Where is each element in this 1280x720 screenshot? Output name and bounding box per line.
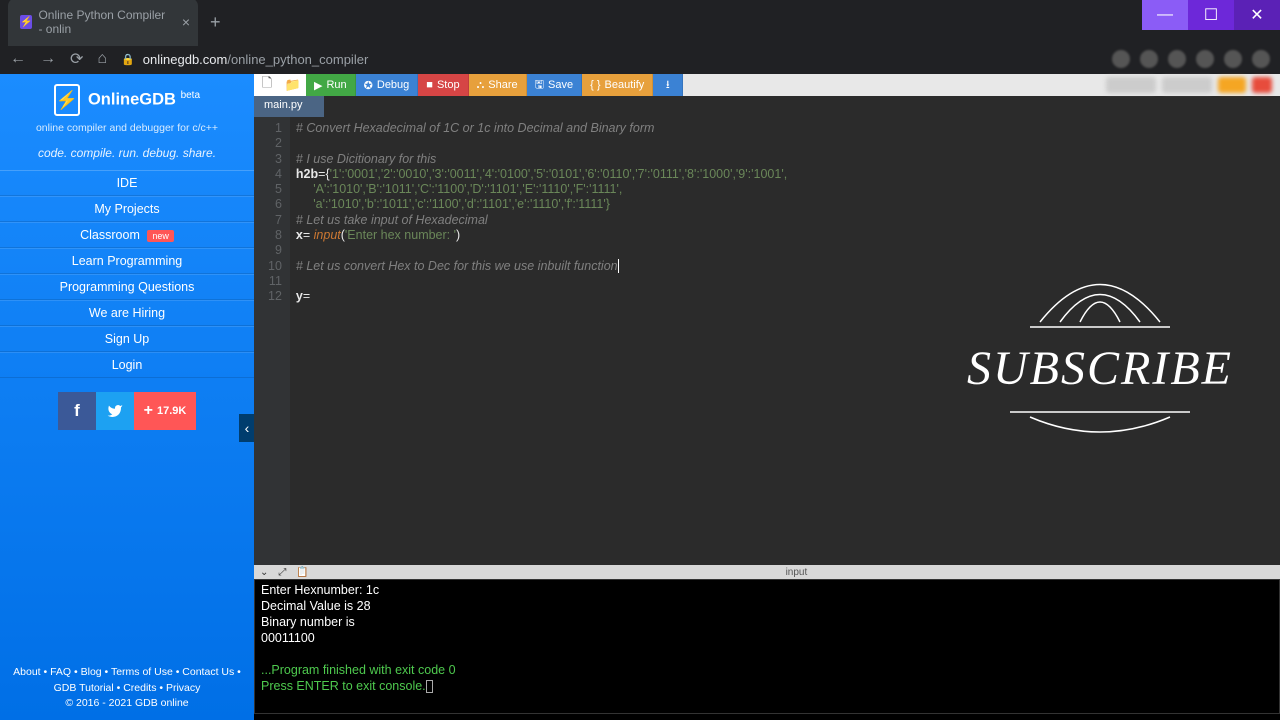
sidebar-item-login[interactable]: Login [0,352,254,378]
window-minimize-button[interactable]: — [1142,0,1188,30]
console-copy-icon[interactable]: 📋 [296,567,308,578]
sidebar-item-learn[interactable]: Learn Programming [0,248,254,274]
sidebar-item-signup[interactable]: Sign Up [0,326,254,352]
code-content[interactable]: # Convert Hexadecimal of 1C or 1c into D… [290,117,793,565]
save-button[interactable]: 🖫 Save [527,74,582,96]
forward-button[interactable]: → [40,50,56,68]
logo-subtitle: online compiler and debugger for c/c++ [6,122,248,134]
debug-button[interactable]: ✪ Debug [356,74,419,96]
share-count-button[interactable]: + 17.9K [134,392,196,430]
tab-title: Online Python Compiler - onlin [38,8,168,36]
code-editor[interactable]: 123456789101112 # Convert Hexadecimal of… [254,117,1280,565]
collapse-sidebar-button[interactable]: ‹ [239,414,255,442]
home-button[interactable]: ⌂ [97,50,107,68]
sidebar-item-questions[interactable]: Programming Questions [0,274,254,300]
window-maximize-button[interactable]: ☐ [1188,0,1234,30]
window-close-button[interactable]: ✕ [1234,0,1280,30]
reload-button[interactable]: ⟳ [70,49,83,69]
toolbar: 🗋 📁 ▶ Run ✪ Debug ■ Stop ⛬ Share 🖫 Save … [254,74,1280,96]
logo-icon: ⚡ [54,84,80,116]
open-file-button[interactable]: 📁 [280,74,306,96]
tagline: code. compile. run. debug. share. [0,140,254,170]
browser-tab[interactable]: ⚡ Online Python Compiler - onlin × [8,0,198,46]
run-button[interactable]: ▶ Run [306,74,356,96]
subscribe-overlay: SUBSCRIBE [950,267,1250,451]
file-tab[interactable]: main.py [254,96,324,117]
console-toggle-icon[interactable]: ⌄ [260,567,268,578]
new-badge: new [147,230,174,242]
address-bar[interactable]: 🔒 onlinegdb.com/online_python_compiler [121,48,368,71]
logo-text: OnlineGDB beta [88,90,200,110]
lock-icon: 🔒 [121,53,135,66]
console-output[interactable]: Enter Hexnumber: 1c Decimal Value is 28 … [254,579,1280,714]
sidebar-item-projects[interactable]: My Projects [0,196,254,222]
stop-button[interactable]: ■ Stop [418,74,468,96]
twitter-button[interactable] [96,392,134,430]
facebook-button[interactable]: f [58,392,96,430]
sidebar-item-ide[interactable]: IDE [0,170,254,196]
console-header: ⌄ ⤢ 📋 input [254,565,1280,579]
footer-links[interactable]: About • FAQ • Blog • Terms of Use • Cont… [0,659,254,720]
share-button[interactable]: ⛬ Share [469,74,527,96]
sidebar-item-hiring[interactable]: We are Hiring [0,300,254,326]
sidebar-item-classroom[interactable]: Classroom new [0,222,254,248]
back-button[interactable]: ← [10,50,26,68]
new-file-button[interactable]: 🗋 [254,74,280,96]
close-tab-icon[interactable]: × [182,14,190,30]
console-label: input [786,567,808,578]
extension-icons [1112,50,1270,68]
tab-favicon: ⚡ [20,15,32,29]
new-tab-button[interactable]: + [210,12,221,33]
line-gutter: 123456789101112 [254,117,290,565]
sidebar: ⚡ OnlineGDB beta online compiler and deb… [0,74,254,720]
download-button[interactable]: ⭳ [653,74,683,96]
console-expand-icon[interactable]: ⤢ [278,567,286,578]
beautify-button[interactable]: { } Beautify [582,74,653,96]
